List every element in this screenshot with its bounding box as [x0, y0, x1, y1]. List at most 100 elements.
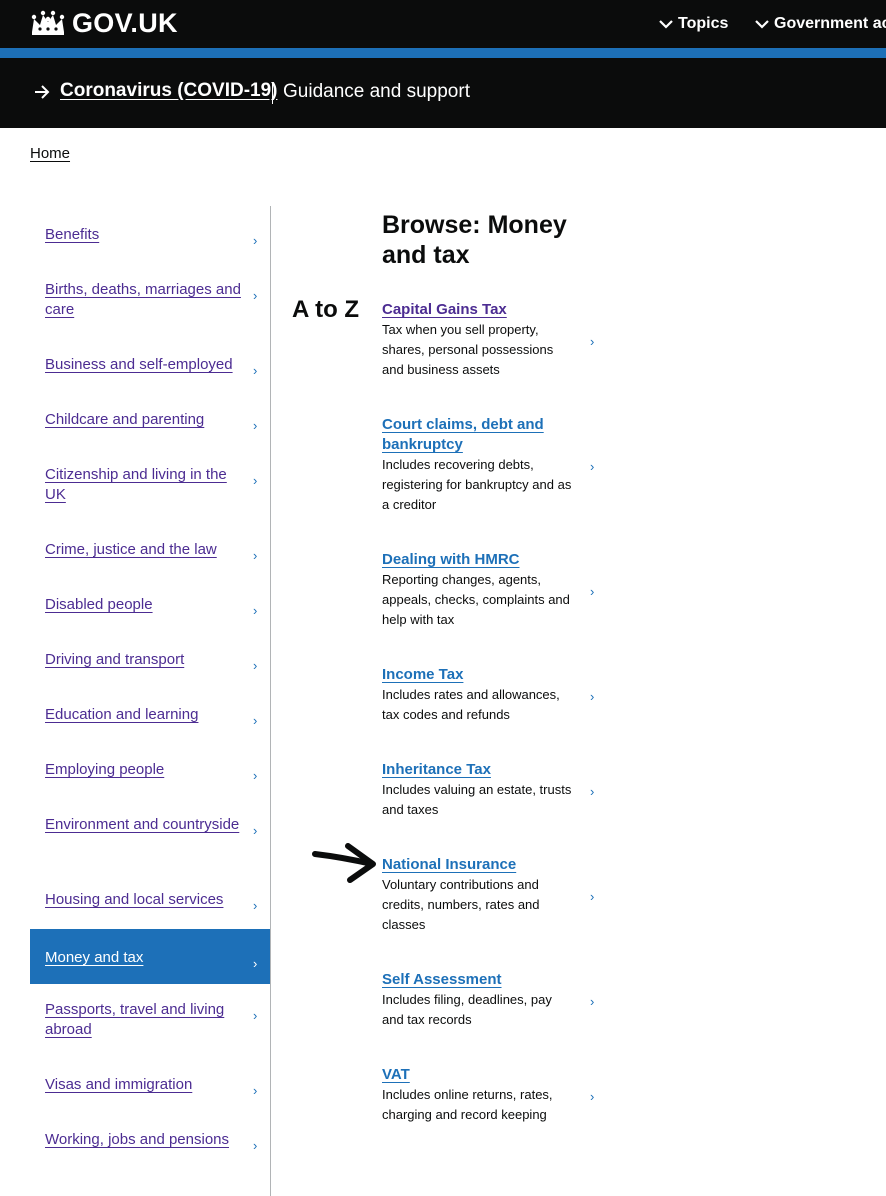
breadcrumb-home[interactable]: Home — [30, 145, 70, 162]
chevron-right-icon: › — [590, 994, 595, 1009]
arrow-right-icon — [35, 85, 50, 99]
banner-divider — [272, 82, 273, 104]
sidebar-item-label: Working, jobs and pensions — [45, 1131, 229, 1148]
sidebar-item-childcare[interactable]: Childcare and parenting › — [30, 391, 270, 446]
topic-link[interactable]: Self Assessment — [382, 970, 572, 990]
nav-government-activity-label: Government ac — [774, 15, 886, 32]
covid-link[interactable]: Coronavirus (COVID-19) — [60, 80, 277, 102]
sidebar-item-visas[interactable]: Visas and immigration › — [30, 1056, 270, 1111]
topic-self-assessment[interactable]: Self Assessment Includes filing, deadlin… — [382, 970, 612, 1030]
sidebar-item-business[interactable]: Business and self-employed › — [30, 336, 270, 391]
sidebar-item-label: Births, deaths, marriages and care — [45, 281, 241, 318]
sidebar-item-label: Disabled people — [45, 596, 153, 613]
chevron-right-icon: › — [590, 1089, 595, 1104]
sidebar-item-label: Housing and local services — [45, 891, 224, 908]
nav-topics[interactable]: Topics — [658, 12, 728, 36]
hand-drawn-arrow-icon — [312, 843, 376, 883]
nav-topics-label: Topics — [678, 15, 729, 32]
sidebar-item-label: Business and self-employed — [45, 356, 233, 373]
chevron-down-icon — [755, 20, 769, 29]
topic-vat[interactable]: VAT Includes online returns, rates, char… — [382, 1065, 612, 1125]
govuk-logo[interactable]: GOV.UK — [30, 6, 178, 40]
sidebar-item-passports[interactable]: Passports, travel and living abroad › — [30, 981, 270, 1056]
chevron-right-icon: › — [253, 898, 258, 913]
sidebar-item-label: Money and tax — [45, 949, 144, 966]
topic-description: Tax when you sell property, shares, pers… — [382, 322, 554, 377]
topic-link[interactable]: Dealing with HMRC — [382, 550, 572, 570]
sidebar-item-label: Passports, travel and living abroad — [45, 1001, 225, 1038]
chevron-right-icon: › — [253, 418, 258, 433]
chevron-right-icon: › — [253, 823, 258, 838]
sidebar-item-housing[interactable]: Housing and local services › — [30, 871, 270, 926]
chevron-right-icon: › — [590, 889, 595, 904]
sidebar-item-benefits[interactable]: Benefits › — [30, 206, 270, 261]
chevron-right-icon: › — [253, 548, 258, 563]
chevron-right-icon: › — [590, 584, 595, 599]
topic-capital-gains-tax[interactable]: Capital Gains Tax Tax when you sell prop… — [382, 300, 612, 380]
chevron-right-icon: › — [253, 363, 258, 378]
topic-description: Includes online returns, rates, charging… — [382, 1087, 553, 1122]
sidebar-item-label: Driving and transport — [45, 651, 185, 668]
topic-inheritance-tax[interactable]: Inheritance Tax Includes valuing an esta… — [382, 760, 612, 820]
chevron-right-icon: › — [253, 658, 258, 673]
sidebar-item-citizenship[interactable]: Citizenship and living in the UK › — [30, 446, 270, 521]
chevron-right-icon: › — [253, 1083, 258, 1098]
sidebar-item-employing[interactable]: Employing people › — [30, 741, 270, 796]
topic-description: Includes filing, deadlines, pay and tax … — [382, 992, 552, 1027]
chevron-right-icon: › — [590, 689, 595, 704]
topic-description: Reporting changes, agents, appeals, chec… — [382, 572, 570, 627]
browse-sidebar: Benefits › Births, deaths, marriages and… — [30, 206, 271, 1196]
nav-government-activity[interactable]: Government ac — [754, 12, 886, 36]
chevron-right-icon: › — [253, 956, 258, 971]
sidebar-item-births-deaths[interactable]: Births, deaths, marriages and care › — [30, 261, 270, 336]
a-to-z-label: A to Z — [292, 296, 360, 323]
topic-link[interactable]: National Insurance — [382, 855, 572, 875]
sidebar-item-label: Education and learning — [45, 706, 199, 723]
topic-national-insurance[interactable]: National Insurance Voluntary contributio… — [382, 855, 612, 935]
sidebar-item-environment[interactable]: Environment and countryside › — [30, 796, 270, 871]
sidebar-item-working[interactable]: Working, jobs and pensions › — [30, 1111, 270, 1166]
topic-description: Includes rates and allowances, tax codes… — [382, 687, 560, 722]
chevron-right-icon: › — [590, 334, 595, 349]
chevron-right-icon: › — [253, 768, 258, 783]
chevron-right-icon: › — [590, 784, 595, 799]
topic-link[interactable]: Income Tax — [382, 665, 572, 685]
sidebar-item-label: Crime, justice and the law — [45, 541, 217, 558]
topic-link[interactable]: VAT — [382, 1065, 572, 1085]
chevron-right-icon: › — [253, 233, 258, 248]
sidebar-item-education[interactable]: Education and learning › — [30, 686, 270, 741]
topic-link[interactable]: Court claims, debt and bankruptcy — [382, 415, 572, 455]
covid-banner: Coronavirus (COVID-19) Guidance and supp… — [0, 58, 886, 128]
topic-court-claims[interactable]: Court claims, debt and bankruptcy Includ… — [382, 415, 612, 515]
logo-text: GOV.UK — [72, 7, 178, 38]
chevron-right-icon: › — [253, 713, 258, 728]
chevron-right-icon: › — [253, 1008, 258, 1023]
chevron-right-icon: › — [253, 1138, 258, 1153]
chevron-down-icon — [659, 20, 673, 29]
topic-description: Includes valuing an estate, trusts and t… — [382, 782, 572, 817]
crown-icon — [31, 10, 65, 35]
site-header: GOV.UK Topics Government ac — [0, 0, 886, 48]
chevron-right-icon: › — [253, 288, 258, 303]
topic-link[interactable]: Capital Gains Tax — [382, 300, 572, 320]
chevron-right-icon: › — [253, 473, 258, 488]
sidebar-item-label: Citizenship and living in the UK — [45, 466, 227, 503]
sidebar-item-driving[interactable]: Driving and transport › — [30, 631, 270, 686]
covid-subtext: Guidance and support — [283, 81, 470, 102]
sidebar-item-disabled[interactable]: Disabled people › — [30, 576, 270, 631]
sidebar-item-money-and-tax[interactable]: Money and tax › — [30, 929, 270, 984]
topic-description: Voluntary contributions and credits, num… — [382, 877, 540, 932]
topic-link[interactable]: Inheritance Tax — [382, 760, 572, 780]
topic-dealing-with-hmrc[interactable]: Dealing with HMRC Reporting changes, age… — [382, 550, 612, 630]
sidebar-item-label: Employing people — [45, 761, 165, 778]
sidebar-item-label: Benefits — [45, 226, 100, 243]
topic-description: Includes recovering debts, registering f… — [382, 457, 572, 512]
page-title: Browse: Money and tax — [382, 211, 567, 269]
sidebar-item-label: Visas and immigration — [45, 1076, 193, 1093]
chevron-right-icon: › — [590, 459, 595, 474]
sidebar-item-label: Childcare and parenting — [45, 411, 205, 428]
topic-income-tax[interactable]: Income Tax Includes rates and allowances… — [382, 665, 612, 725]
sidebar-item-label: Environment and countryside — [45, 816, 240, 833]
sidebar-item-crime[interactable]: Crime, justice and the law › — [30, 521, 270, 576]
chevron-right-icon: › — [253, 603, 258, 618]
